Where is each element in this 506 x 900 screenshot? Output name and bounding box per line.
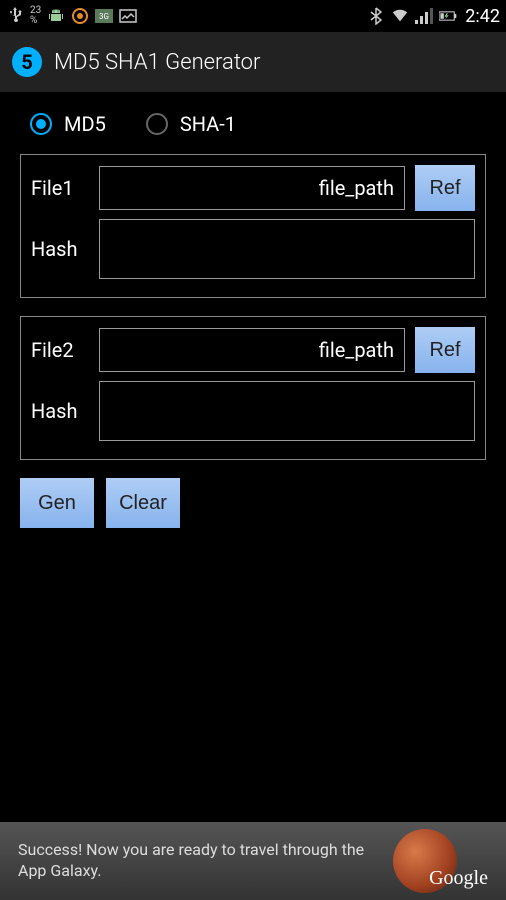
file2-panel: File2 file_path Ref Hash bbox=[20, 316, 486, 460]
app-title: MD5 SHA1 Generator bbox=[54, 50, 260, 75]
signal-icon bbox=[415, 7, 433, 25]
file1-input[interactable]: file_path bbox=[99, 166, 405, 210]
file2-row: File2 file_path Ref bbox=[31, 327, 475, 373]
android-icon bbox=[47, 7, 65, 25]
app-bar: 5 MD5 SHA1 Generator bbox=[0, 32, 506, 92]
bluetooth-icon bbox=[367, 7, 385, 25]
status-bar: 23% 3G 2:42 bbox=[0, 0, 506, 32]
file1-row: File1 file_path Ref bbox=[31, 165, 475, 211]
file1-label: File1 bbox=[31, 176, 89, 200]
status-left: 23% 3G bbox=[6, 6, 137, 27]
battery-percent: 23% bbox=[30, 6, 41, 27]
radio-md5[interactable]: MD5 bbox=[30, 112, 106, 136]
file1-panel: File1 file_path Ref Hash bbox=[20, 154, 486, 298]
file1-hash-row: Hash bbox=[31, 219, 475, 279]
clear-button[interactable]: Clear bbox=[106, 478, 180, 528]
main-content: MD5 SHA-1 File1 file_path Ref Hash File2… bbox=[0, 92, 506, 548]
radio-md5-label: MD5 bbox=[64, 112, 106, 136]
app-notification-icon bbox=[71, 7, 89, 25]
file1-hash-label: Hash bbox=[31, 237, 89, 261]
clock-text: 2:42 bbox=[465, 6, 500, 27]
radio-sha1-label: SHA-1 bbox=[180, 112, 236, 136]
wifi-icon bbox=[391, 7, 409, 25]
status-right: 2:42 bbox=[367, 6, 500, 27]
network-3g-icon: 3G bbox=[95, 7, 113, 25]
file2-ref-button[interactable]: Ref bbox=[415, 327, 475, 373]
file1-ref-button[interactable]: Ref bbox=[415, 165, 475, 211]
app-icon: 5 bbox=[12, 47, 42, 77]
file2-hash-row: Hash bbox=[31, 381, 475, 441]
radio-circle-icon bbox=[30, 113, 52, 135]
action-buttons: Gen Clear bbox=[20, 478, 486, 528]
hash-type-radio-group: MD5 SHA-1 bbox=[30, 112, 486, 136]
file2-hash-label: Hash bbox=[31, 399, 89, 423]
ad-banner[interactable]: Success! Now you are ready to travel thr… bbox=[0, 822, 506, 900]
generate-button[interactable]: Gen bbox=[20, 478, 94, 528]
file2-input[interactable]: file_path bbox=[99, 328, 405, 372]
ad-logo: Google bbox=[429, 867, 488, 890]
image-icon bbox=[119, 7, 137, 25]
radio-sha1[interactable]: SHA-1 bbox=[146, 112, 236, 136]
usb-icon bbox=[6, 7, 24, 25]
file2-label: File2 bbox=[31, 338, 89, 362]
svg-text:3G: 3G bbox=[99, 12, 109, 21]
ad-text: Success! Now you are ready to travel thr… bbox=[18, 840, 381, 882]
file1-hash-output[interactable] bbox=[99, 219, 475, 279]
battery-icon bbox=[439, 7, 457, 25]
radio-dot-icon bbox=[36, 119, 46, 129]
radio-circle-icon bbox=[146, 113, 168, 135]
file2-hash-output[interactable] bbox=[99, 381, 475, 441]
